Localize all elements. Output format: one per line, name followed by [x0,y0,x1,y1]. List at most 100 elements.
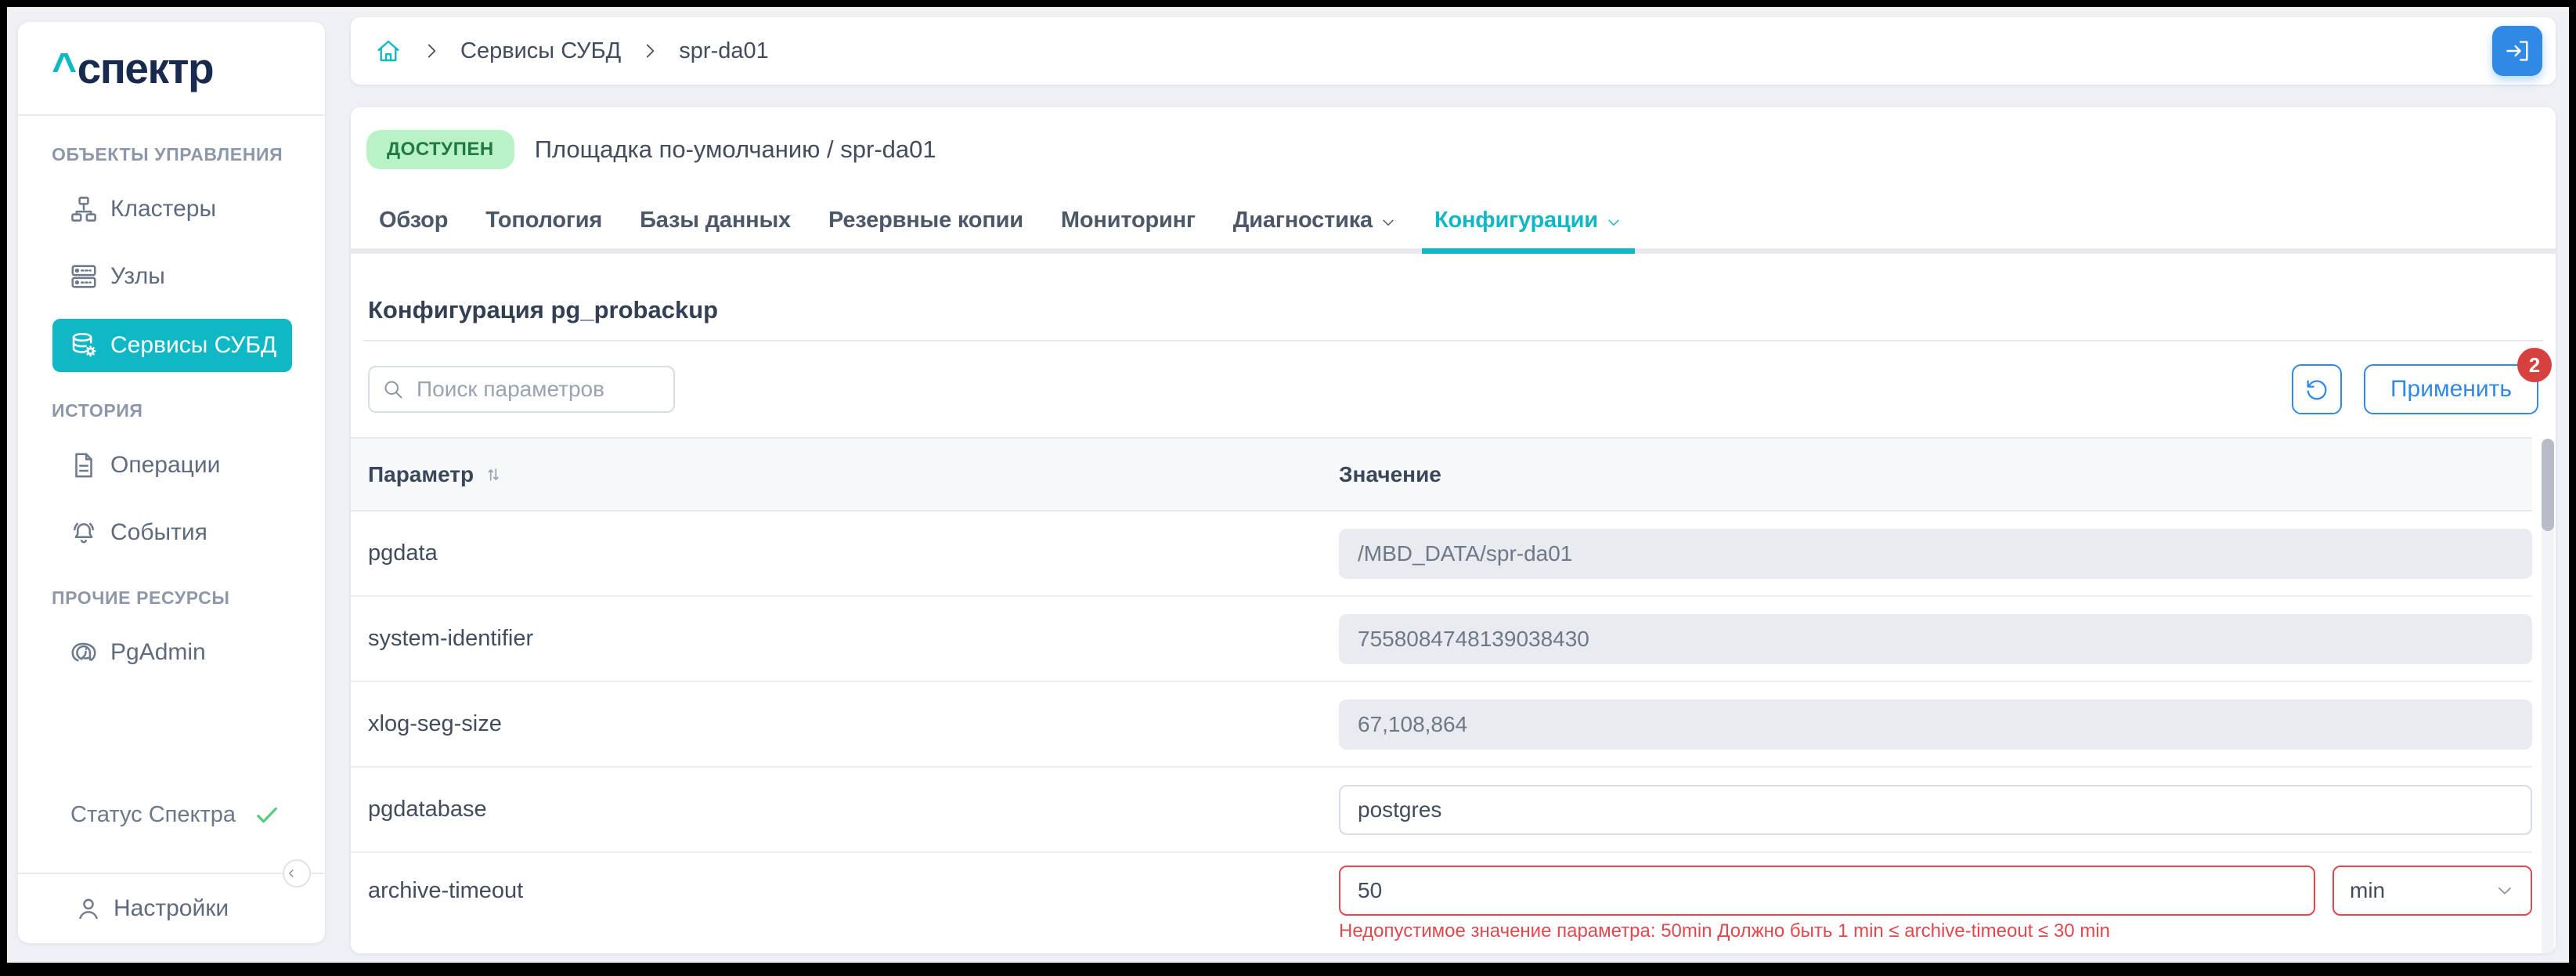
param-name: xlog-seg-size [368,711,1339,737]
tab-label: Базы данных [640,208,791,233]
sidebar-item-операции[interactable]: Операции [18,439,325,492]
tab-диагностика[interactable]: Диагностика [1233,208,1397,254]
tab-label: Конфигурации [1434,208,1598,233]
tab-конфигурации[interactable]: Конфигурации [1434,208,1622,254]
sidebar-nav: ОБЪЕКТЫ УПРАВЛЕНИЯ Кластеры Узлы Сервисы СУ… [18,116,325,873]
tab-label: Топология [485,208,602,233]
param-value-cell: min Недопустимое значение параметра: 50mi… [1339,866,2532,942]
param-name: pgdata [368,540,1339,566]
check-icon [253,801,281,829]
apply-button-label: Применить [2390,376,2512,402]
sidebar-item-pgadmin[interactable]: PgAdmin [18,626,325,679]
operations-icon [69,450,99,480]
table-row: system-identifier [351,597,2532,682]
breadcrumb-item-services[interactable]: Сервисы СУБД [460,38,621,64]
column-header-value: Значение [1339,462,1441,487]
tab-label: Резервные копии [828,208,1023,233]
config-table: Параметр Значение pgdata system-identifie… [351,437,2556,953]
spectr-status: Статус Спектра [18,801,325,829]
sort-icon[interactable] [483,465,503,485]
tab-топология[interactable]: Топология [485,208,602,254]
validation-error: Недопустимое значение параметра: 50min Д… [1339,920,2532,942]
tab-мониторинг[interactable]: Мониторинг [1061,208,1196,254]
nav-section-label: ИСТОРИЯ [52,400,325,421]
sidebar-item-сервисы-субд[interactable]: Сервисы СУБД [52,319,292,372]
sidebar-collapse-button[interactable] [283,859,311,887]
value-with-unit: min [1339,866,2532,916]
sidebar-item-кластеры[interactable]: Кластеры [18,183,325,236]
events-icon [69,518,99,548]
param-value-input [1339,529,2532,579]
sidebar-item-label: Кластеры [110,196,216,222]
app-window: ^спектр ОБЪЕКТЫ УПРАВЛЕНИЯ Кластеры Узлы Се… [0,0,2576,976]
spectr-status-label: Статус Спектра [70,802,236,828]
param-value-cell [1339,699,2532,750]
toolbar-actions: Применить 2 [2292,364,2538,414]
column-header-param[interactable]: Параметр [368,462,1339,487]
sidebar-item-label: Настройки [114,895,229,922]
chevron-right-icon [421,41,442,61]
sidebar-item-label: PgAdmin [110,639,206,666]
table-scrollbar-thumb[interactable] [2542,439,2554,531]
param-value-input[interactable] [1339,866,2315,916]
logo-caret-icon: ^ [52,44,76,92]
home-icon[interactable] [374,37,402,65]
table-row: archive-timeout min Недопустимое значение … [351,853,2532,953]
sidebar-item-label: Сервисы СУБД [110,332,276,359]
tab-базы-данных[interactable]: Базы данных [640,208,791,254]
reset-button[interactable] [2292,364,2342,414]
tab-label: Мониторинг [1061,208,1196,233]
tab-label: Обзор [379,208,448,233]
table-row: xlog-seg-size [351,682,2532,768]
chevron-left-icon [284,866,298,881]
search-box [368,366,675,413]
config-toolbar: Применить 2 [368,364,2538,414]
login-arrow-icon [2503,37,2531,65]
sidebar-item-label: События [110,519,207,546]
pgadmin-icon [69,638,99,667]
apply-button[interactable]: Применить 2 [2364,364,2538,414]
sidebar-item-события[interactable]: События [18,506,325,559]
param-value-input[interactable] [1339,785,2532,835]
breadcrumb: Сервисы СУБД spr-da01 [351,17,2556,85]
tabs: Обзор Топология Базы данных Резервные копии… [351,208,2556,254]
db-services-icon [69,331,99,360]
nav-section-label: ОБЪЕКТЫ УПРАВЛЕНИЯ [52,144,325,165]
chevron-down-icon [1380,214,1397,231]
sidebar-item-label: Операции [110,452,220,479]
app-logo[interactable]: ^спектр [18,22,325,116]
refresh-icon [2304,376,2330,403]
user-icon [74,895,103,923]
sidebar-item-label: Узлы [110,263,165,290]
status-badge: ДОСТУПЕН [366,130,514,169]
sidebar-nav-sections: ОБЪЕКТЫ УПРАВЛЕНИЯ Кластеры Узлы Сервисы СУ… [18,116,325,679]
param-value-cell [1339,614,2532,664]
table-row: pgdatabase [351,768,2532,853]
sidebar: ^спектр ОБЪЕКТЫ УПРАВЛЕНИЯ Кластеры Узлы Се… [18,22,325,943]
unit-select[interactable]: min [2332,866,2532,916]
search-input[interactable] [415,376,662,403]
table-scrollbar-track[interactable] [2542,439,2554,953]
search-icon [381,378,405,401]
page-title: Площадка по-умолчанию / spr-da01 [535,136,936,164]
sidebar-item-settings[interactable]: Настройки [74,895,229,923]
unit-select-value: min [2350,878,2385,903]
param-value-input [1339,699,2532,750]
tab-резервные-копии[interactable]: Резервные копии [828,208,1023,254]
sidebar-item-узлы[interactable]: Узлы [18,250,325,303]
param-name: pgdatabase [368,797,1339,822]
table-header: Параметр Значение [351,437,2532,511]
param-value-cell [1339,529,2532,579]
logout-button[interactable] [2492,26,2542,76]
breadcrumb-item-current: spr-da01 [679,38,768,64]
service-header: ДОСТУПЕН Площадка по-умолчанию / spr-da0… [351,107,2556,170]
tab-обзор[interactable]: Обзор [379,208,448,254]
chevron-down-icon [1605,214,1622,231]
clusters-icon [69,194,99,224]
main-panel: ДОСТУПЕН Площадка по-умолчанию / spr-da0… [351,107,2556,953]
nav-section-label: ПРОЧИЕ РЕСУРСЫ [52,587,325,609]
chevron-right-icon [640,41,660,61]
config-table-body: pgdata system-identifier xlog-seg-size pgda… [351,511,2532,953]
param-name: system-identifier [368,626,1339,652]
param-name: archive-timeout [368,866,1339,916]
